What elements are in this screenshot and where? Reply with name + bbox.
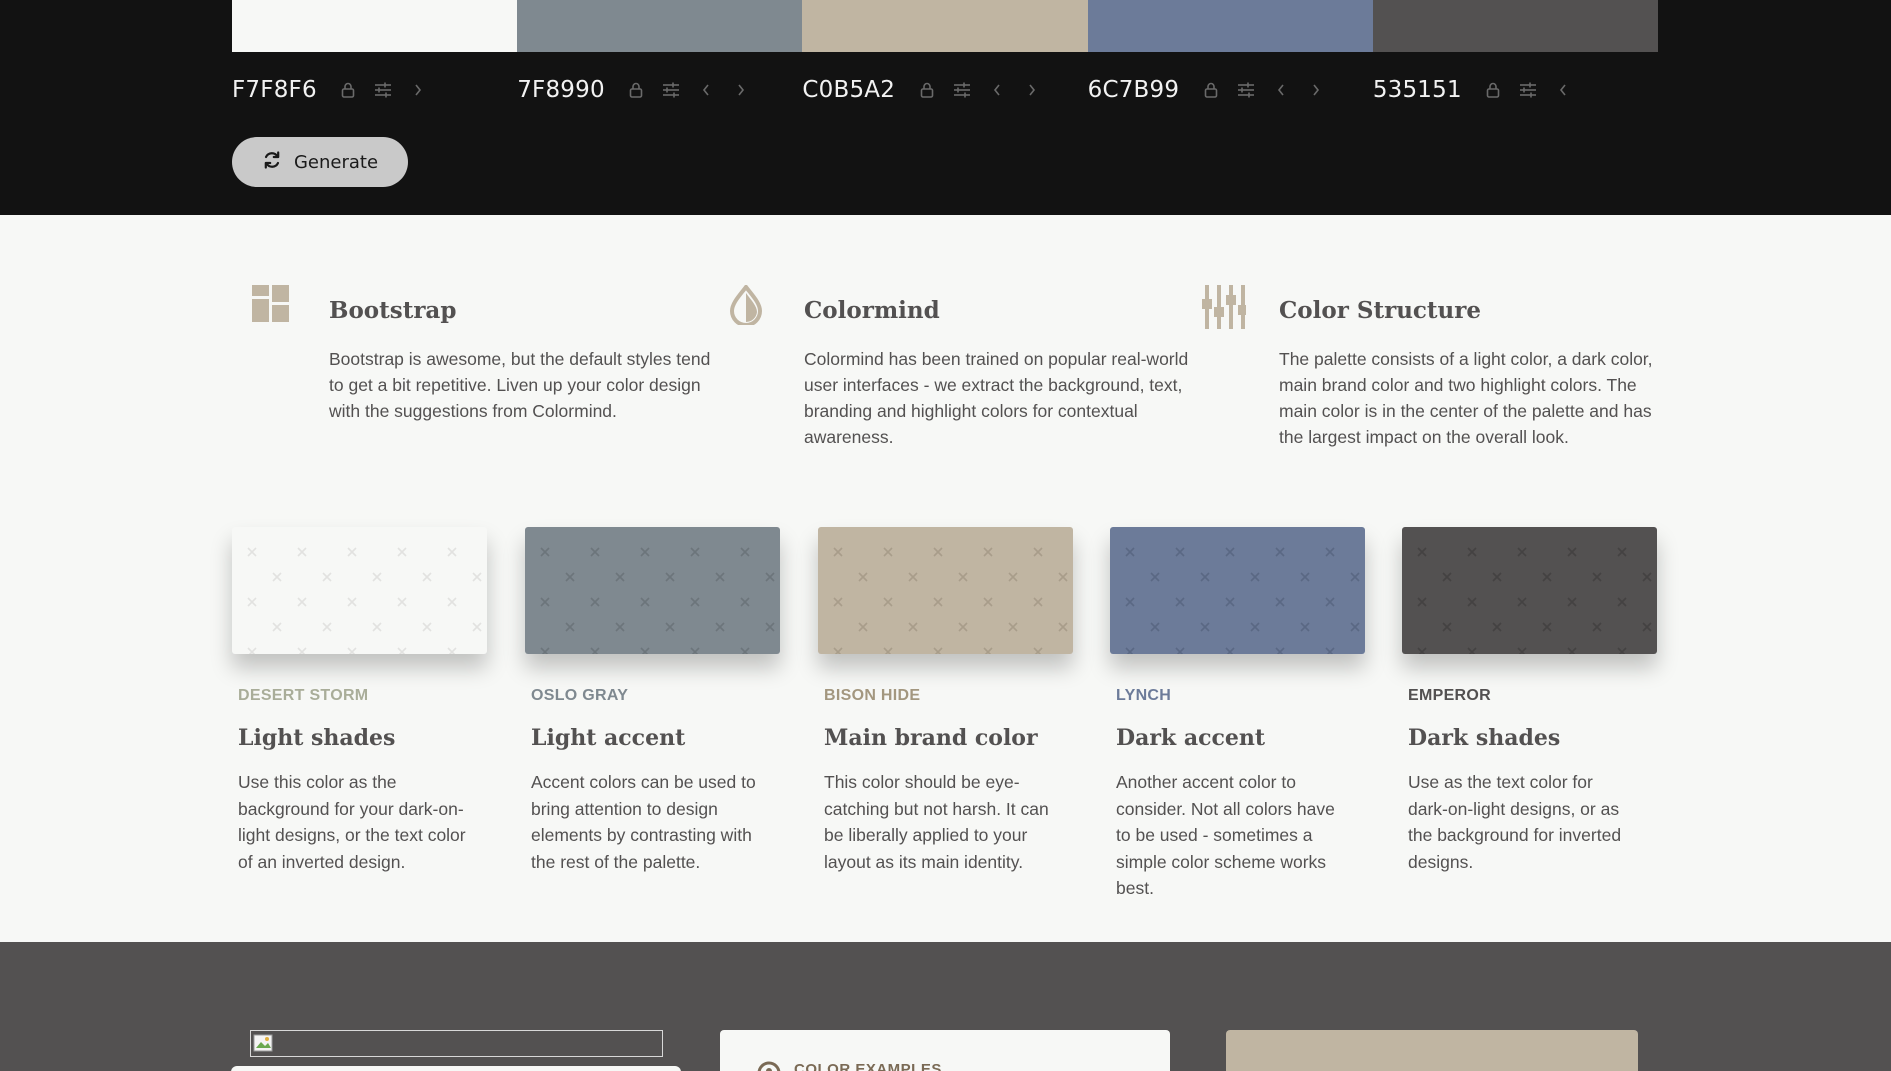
chevron-right-icon[interactable]: [724, 75, 759, 105]
palette-swatch[interactable]: [802, 0, 1088, 52]
preview-card: [231, 1066, 681, 1071]
color-card: DESERT STORM Light shades Use this color a…: [232, 527, 487, 872]
lock-icon[interactable]: [619, 75, 654, 105]
color-card-name: LYNCH: [1116, 687, 1172, 704]
adjust-icon[interactable]: [1511, 75, 1546, 105]
hex-code[interactable]: 535151: [1373, 77, 1462, 103]
palette-hex-cell: 6C7B99: [1088, 72, 1373, 108]
color-card-body: Another accent color to consider. Not al…: [1116, 772, 1335, 898]
palette-hex-cell: 535151: [1373, 72, 1658, 108]
color-card-title: Light accent: [531, 725, 686, 751]
adjust-icon[interactable]: [1228, 75, 1263, 105]
color-card-swatch[interactable]: [525, 527, 780, 654]
hex-code[interactable]: C0B5A2: [802, 77, 895, 103]
generate-button-label: Generate: [293, 151, 379, 173]
hex-code[interactable]: 7F8990: [517, 77, 605, 103]
color-card-body: Use this color as the background for you…: [238, 772, 466, 872]
color-cards: DESERT STORM Light shades Use this color a…: [232, 527, 1658, 898]
palette-swatch[interactable]: [1372, 0, 1659, 52]
feature-section: Bootstrap Bootstrap is awesome, but the …: [232, 280, 1658, 460]
chevron-left-icon[interactable]: [1546, 75, 1581, 105]
color-examples-label: COLOR EXAMPLES: [794, 1061, 942, 1071]
palette-swatch[interactable]: [232, 0, 518, 52]
chevron-right-icon[interactable]: [401, 75, 436, 105]
lock-icon[interactable]: [1193, 75, 1228, 105]
palette-swatch[interactable]: [517, 0, 803, 52]
color-card: LYNCH Dark accent Another accent color to …: [1110, 527, 1365, 898]
color-card: OSLO GRAY Light accent Accent colors can b…: [525, 527, 780, 872]
chevron-right-icon[interactable]: [1014, 75, 1049, 105]
drop-icon: [727, 283, 767, 327]
sliders-icon: [1202, 285, 1246, 329]
feature-body: The palette consists of a light color, a…: [1279, 349, 1653, 447]
feature-body: Colormind has been trained on popular re…: [804, 349, 1189, 447]
palette-swatch-strip: [232, 0, 1659, 52]
chevron-right-icon[interactable]: [1298, 75, 1333, 105]
color-card-body: Accent colors can be used to bring atten…: [531, 772, 756, 872]
color-card-title: Main brand color: [824, 725, 1038, 751]
color-card-swatch[interactable]: [1402, 527, 1657, 654]
adjust-icon[interactable]: [654, 75, 689, 105]
grid-layout-icon: [252, 285, 292, 325]
color-examples-card: COLOR EXAMPLES: [720, 1030, 1170, 1071]
feature-body: Bootstrap is awesome, but the default st…: [329, 349, 711, 421]
adjust-icon[interactable]: [366, 75, 401, 105]
palette-toolbar: F7F8F6 7F8990 C0B5A2 6C7B99 535151 Generate: [0, 0, 1891, 215]
color-card-body: Use as the text color for dark-on-light …: [1408, 772, 1622, 872]
lock-icon[interactable]: [331, 75, 366, 105]
color-card-title: Dark accent: [1116, 725, 1266, 751]
chevron-left-icon[interactable]: [979, 75, 1014, 105]
palette-hex-cell: F7F8F6: [232, 72, 517, 108]
chevron-left-icon[interactable]: [689, 75, 724, 105]
color-card-swatch[interactable]: [1110, 527, 1365, 654]
lock-icon[interactable]: [909, 75, 944, 105]
broken-image-icon: [253, 1034, 273, 1052]
color-card-name: BISON HIDE: [824, 687, 921, 704]
feature-title: Colormind: [804, 297, 940, 324]
color-card-body: This color should be eye-catching but no…: [824, 772, 1049, 872]
preview-image: [250, 1030, 663, 1057]
color-card-title: Light shades: [238, 725, 396, 751]
adjust-icon[interactable]: [944, 75, 979, 105]
color-card-name: OSLO GRAY: [531, 687, 629, 704]
color-card-swatch[interactable]: [818, 527, 1073, 654]
palette-hex-cell: C0B5A2: [802, 72, 1087, 108]
brand-color-card: [1226, 1030, 1638, 1071]
chevron-left-icon[interactable]: [1263, 75, 1298, 105]
color-card-name: DESERT STORM: [238, 687, 369, 704]
palette-hex-row: F7F8F6 7F8990 C0B5A2 6C7B99 535151: [232, 72, 1658, 108]
palette-hex-cell: 7F8990: [517, 72, 802, 108]
location-pin-icon: [757, 1061, 781, 1071]
hex-code[interactable]: 6C7B99: [1088, 77, 1180, 103]
generate-button[interactable]: Generate: [232, 137, 408, 187]
color-card-swatch[interactable]: [232, 527, 487, 654]
lock-icon[interactable]: [1476, 75, 1511, 105]
hex-code[interactable]: F7F8F6: [232, 77, 317, 103]
palette-swatch[interactable]: [1087, 0, 1373, 52]
refresh-icon: [262, 150, 282, 175]
color-card-title: Dark shades: [1408, 725, 1561, 751]
feature-title: Bootstrap: [329, 297, 457, 324]
feature-title: Color Structure: [1279, 297, 1482, 324]
color-card: BISON HIDE Main brand color This color sho…: [818, 527, 1073, 872]
color-card-name: EMPEROR: [1408, 687, 1491, 704]
color-card: EMPEROR Dark shades Use as the text color …: [1402, 527, 1657, 872]
